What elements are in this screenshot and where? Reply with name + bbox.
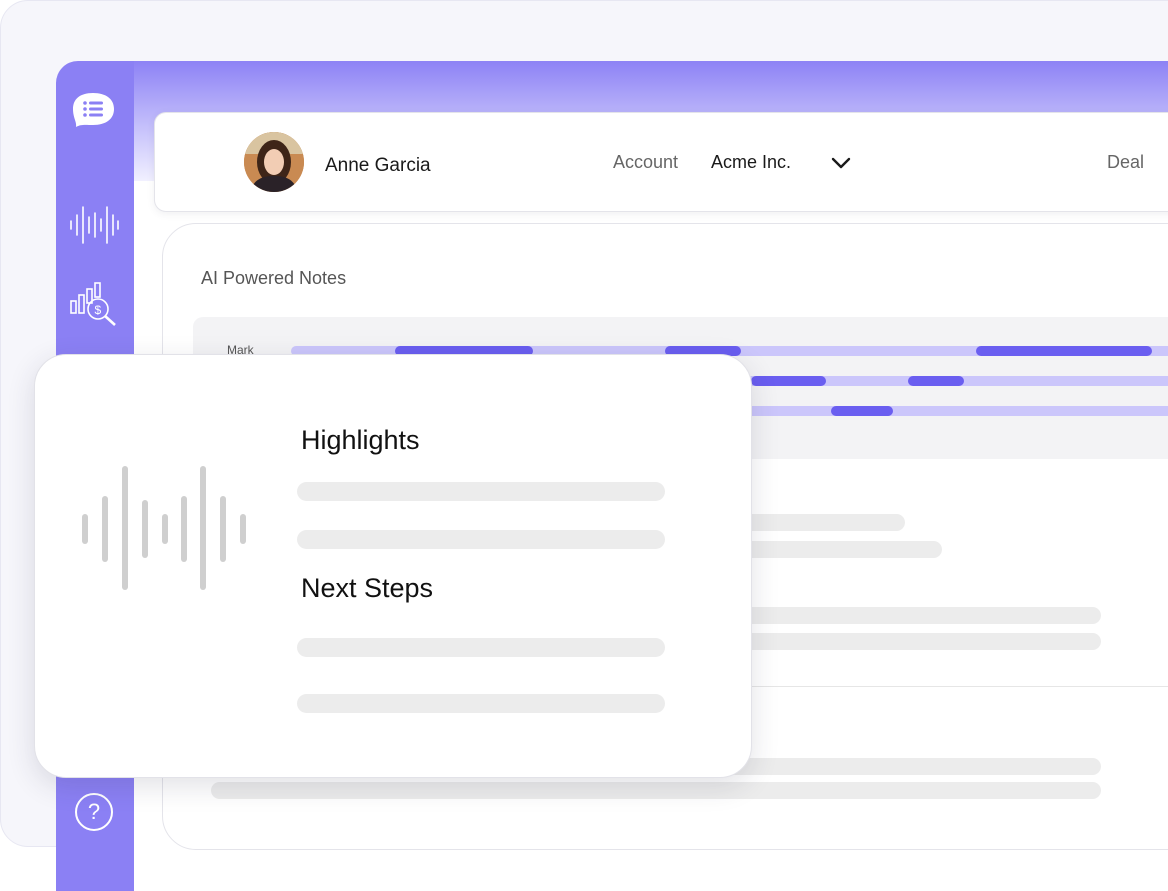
notes-title: AI Powered Notes — [201, 268, 347, 288]
svg-text:$: $ — [95, 303, 102, 317]
user-name: Anne Garcia — [325, 155, 431, 176]
deal-label[interactable]: Deal — [1107, 152, 1144, 173]
highlights-heading: Highlights — [301, 425, 420, 455]
summary-card: Highlights Next Steps — [34, 354, 752, 778]
chevron-down-icon[interactable] — [829, 151, 853, 175]
logo-icon[interactable] — [70, 91, 116, 129]
next-step-line — [297, 694, 665, 713]
placeholder-line — [211, 782, 1101, 799]
talk-segment[interactable] — [751, 376, 826, 386]
audio-wave-icon[interactable] — [68, 201, 120, 249]
account-label: Account — [613, 152, 679, 172]
avatar[interactable] — [244, 132, 304, 192]
avatar-photo — [244, 132, 304, 192]
talk-segment[interactable] — [908, 376, 964, 386]
talk-segment[interactable] — [976, 346, 1152, 356]
highlight-line — [297, 482, 665, 501]
audio-wave-icon — [82, 466, 246, 590]
account-select-value[interactable]: Acme Inc. — [711, 152, 791, 173]
help-icon[interactable]: ? — [75, 793, 113, 831]
header-card: Anne Garcia Account Acme Inc. Deal — [154, 112, 1168, 212]
next-step-line — [297, 638, 665, 657]
next-steps-heading: Next Steps — [301, 573, 434, 603]
speaker-track[interactable] — [733, 406, 1168, 416]
analytics-search-icon[interactable]: $ — [68, 279, 120, 327]
highlight-line — [297, 530, 665, 549]
talk-segment[interactable] — [831, 406, 893, 416]
speaker-track[interactable] — [733, 376, 1168, 386]
